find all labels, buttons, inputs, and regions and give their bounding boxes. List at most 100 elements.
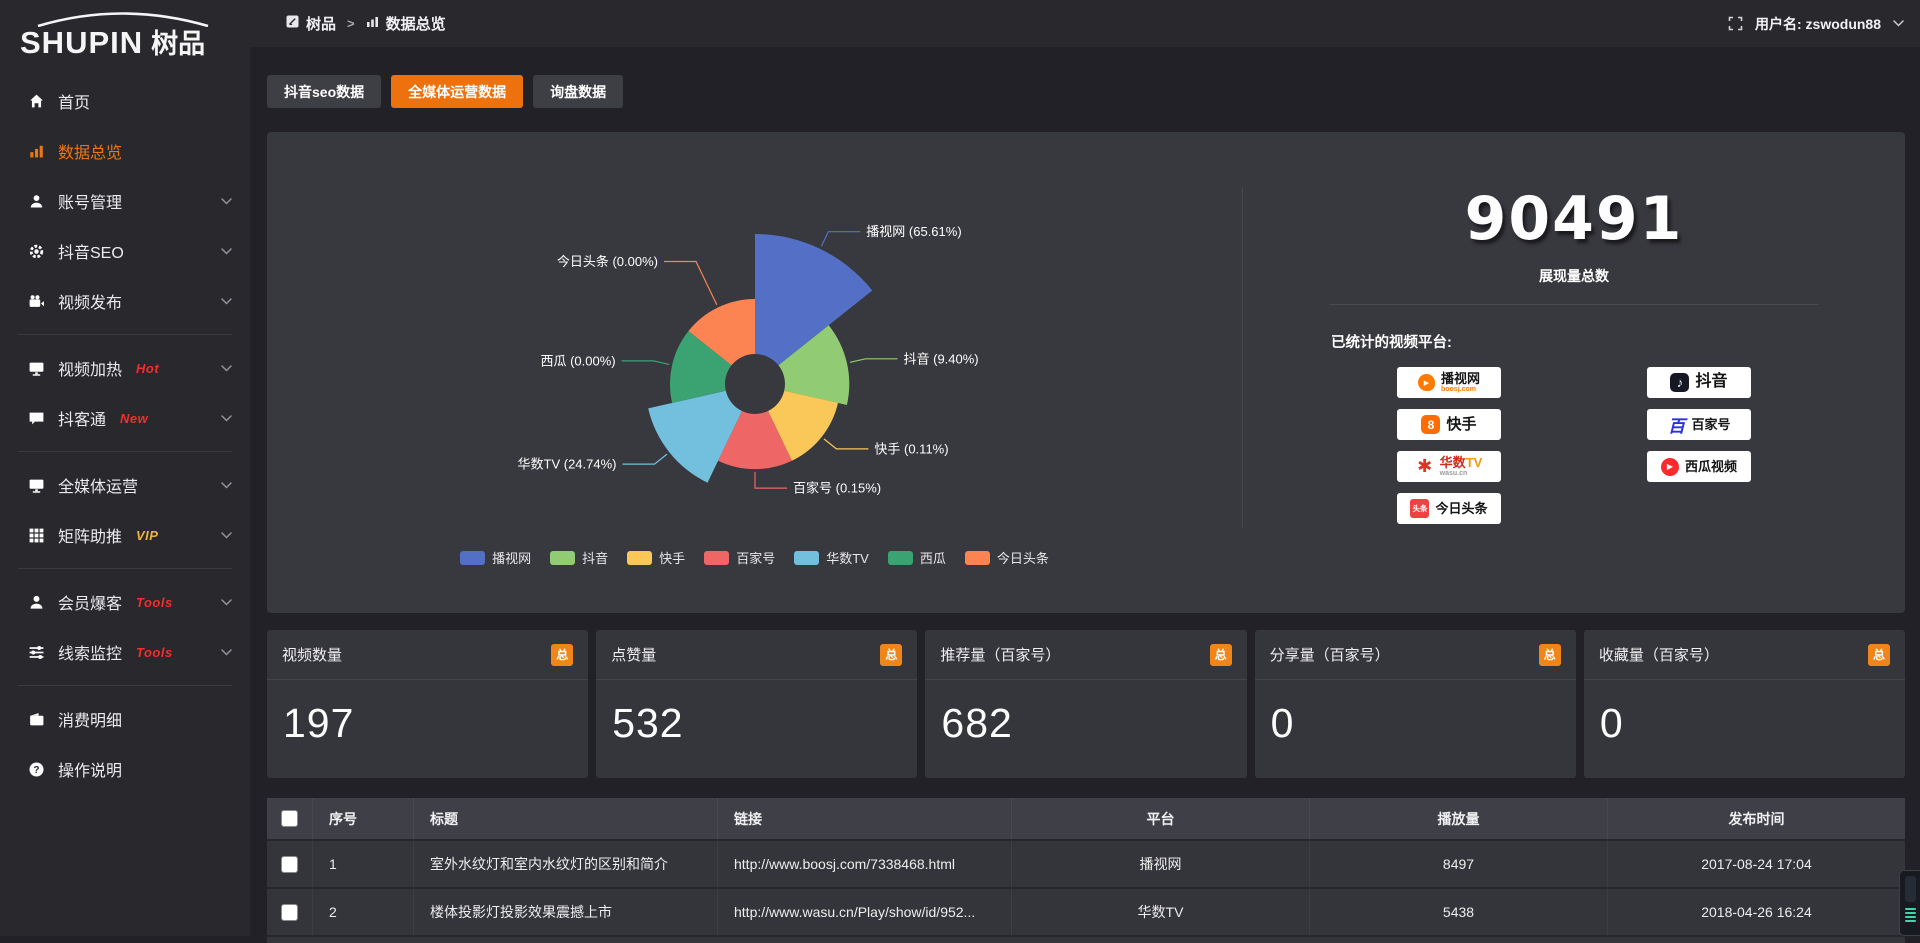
platform-badge-text: 抖音 [1695, 374, 1727, 391]
sidebar-item-video-publish[interactable]: 视频发布 [0, 276, 250, 326]
legend-item-0[interactable]: 播视网 [460, 548, 531, 567]
total-badge: 总 [1868, 644, 1890, 666]
cell-platform: 播视网 [1012, 841, 1310, 887]
total-badge: 总 [880, 644, 902, 666]
table-header-checkbox-cell [267, 798, 313, 839]
floating-side-widget[interactable] [1899, 870, 1920, 936]
legend-label: 今日头条 [997, 548, 1049, 567]
legend-item-6[interactable]: 今日头条 [965, 548, 1049, 567]
stat-card-header: 推荐量（百家号）总 [925, 630, 1246, 680]
platform-badge-baijiahao: 百百家号 [1647, 409, 1751, 440]
legend-item-5[interactable]: 西瓜 [888, 548, 946, 567]
cell-link[interactable]: http://www.wasu.cn/Play/show/id/952... [718, 889, 1012, 935]
sidebar-item-tag: Hot [136, 361, 159, 376]
sidebar-item-help[interactable]: ?操作说明 [0, 744, 250, 794]
stat-card-header: 收藏量（百家号） 总 [1584, 630, 1905, 680]
legend-item-3[interactable]: 百家号 [704, 548, 775, 567]
sidebar-item-label: 操作说明 [58, 757, 122, 781]
sidebar-divider [18, 334, 232, 335]
floating-widget-bar [1905, 920, 1916, 922]
total-badge: 总 [551, 644, 573, 666]
tab-media-ops-data[interactable]: 全媒体运营数据 [391, 75, 523, 108]
sidebar-item-account-manage[interactable]: 账号管理 [0, 176, 250, 226]
tab-inquiry-data[interactable]: 询盘数据 [533, 75, 623, 108]
sidebar-item-data-overview[interactable]: 数据总览 [0, 126, 250, 176]
legend-item-2[interactable]: 快手 [627, 548, 685, 567]
sidebar-item-tag: Tools [136, 645, 173, 660]
sidebar-item-clue-monitor[interactable]: 线索监控 Tools [0, 627, 250, 677]
legend-item-1[interactable]: 抖音 [550, 548, 608, 567]
sidebar-item-label: 视频加热 [58, 356, 122, 380]
legend-swatch [888, 551, 913, 565]
sidebar-item-label: 线索监控 [58, 640, 122, 664]
stat-card-2: 推荐量（百家号）总682 [925, 630, 1246, 778]
sidebar-item-tag: Tools [136, 595, 173, 610]
platform-badge-toutiao: 头条今日头条 [1397, 493, 1501, 524]
pie-label-2: 快手 (0.11%) [874, 441, 948, 456]
legend-item-4[interactable]: 华数TV [794, 548, 869, 567]
platform-name: 百家号 [1691, 418, 1730, 432]
platform-badge-text: 快手 [1446, 417, 1476, 433]
wasu-logo: ✱ [1416, 458, 1434, 476]
summary-section: 90491 展现量总数 已统计的视频平台: ▶播视网boosj.com8快手✱华… [1243, 132, 1905, 613]
sidebar-item-label: 会员爆客 [58, 590, 122, 614]
pie-label-4: 华数TV (24.74%) [518, 457, 617, 472]
fullscreen-icon[interactable] [1728, 16, 1743, 31]
sidebar-item-matrix-boost[interactable]: 矩阵助推VIP [0, 510, 250, 560]
legend-swatch [550, 551, 575, 565]
platform-badge-text: 播视网boosj.com [1441, 372, 1480, 393]
platform-badge-text: 百家号 [1691, 418, 1730, 432]
cell-plays: 8497 [1310, 841, 1608, 887]
legend-swatch [627, 551, 652, 565]
table-column-header: 发布时间 [1608, 798, 1905, 839]
total-impressions-value: 90491 [1243, 184, 1905, 254]
pie-svg: 播视网 (65.61%)抖音 (9.40%)快手 (0.11%)百家号 (0.1… [267, 132, 1242, 613]
sidebar-item-member-burst[interactable]: 会员爆客 Tools [0, 577, 250, 627]
platform-badge-douyin: ♪ 抖音 [1647, 367, 1751, 398]
sidebar: SHUPIN 树品 首页数据总览账号管理抖音SEO视频发布视频加热Hot抖客通N… [0, 0, 250, 936]
table-row: 2楼体投影灯投影效果震撼上市http://www.wasu.cn/Play/sh… [267, 887, 1905, 935]
platform-badge-xigua: ▶西瓜视频 [1647, 451, 1751, 482]
stat-card-value: 0 [1255, 680, 1576, 747]
cell-title[interactable]: 楼体投影灯投影效果震撼上市 [414, 889, 718, 935]
sidebar-item-douketong[interactable]: 抖客通New [0, 393, 250, 443]
platform-sub: boosj.com [1441, 386, 1480, 393]
platform-name: 播视网 [1441, 372, 1480, 386]
breadcrumb-home[interactable]: 树品 [286, 13, 336, 34]
summary-divider [1329, 304, 1819, 305]
chart-legend: 播视网抖音 快手百家号华数TV 西瓜 今日头条 [267, 548, 1242, 567]
wallet-icon [28, 711, 45, 728]
total-badge: 总 [1210, 644, 1232, 666]
sidebar-item-douyin-seo[interactable]: 抖音SEO [0, 226, 250, 276]
floating-widget-bar [1905, 916, 1916, 918]
tab-douyin-seo-data[interactable]: 抖音seo数据 [267, 75, 381, 108]
douyin-logo: ♪ [1670, 373, 1689, 392]
pie-slice-4[interactable] [648, 391, 742, 483]
row-checkbox[interactable] [281, 904, 298, 921]
row-checkbox[interactable] [281, 856, 298, 873]
stat-card-title: 视频数量 [282, 644, 342, 665]
sidebar-item-consume-detail[interactable]: 消费明细 [0, 694, 250, 744]
total-badge: 总 [1539, 644, 1561, 666]
platform-name: 华数TV [1440, 456, 1483, 470]
sidebar-item-home[interactable]: 首页 [0, 76, 250, 126]
sidebar-item-video-heat[interactable]: 视频加热 Hot [0, 343, 250, 393]
cell-title[interactable]: 室外水纹灯和室内水纹灯的区别和简介 [414, 841, 718, 887]
videos-table: 序号标题链接平台播放量发布时间1室外水纹灯和室内水纹灯的区别和简介http://… [267, 798, 1905, 943]
username[interactable]: 用户名: zswodun88 [1755, 14, 1881, 34]
baijiahao-logo: 百 [1667, 412, 1685, 437]
breadcrumb-current[interactable]: 数据总览 [366, 13, 446, 34]
table-header: 序号标题链接平台播放量发布时间 [267, 798, 1905, 839]
sidebar-item-label: 抖音SEO [58, 239, 124, 263]
floating-widget-handle [1905, 876, 1916, 902]
cell-link[interactable]: http://www.boosj.com/7338468.html [718, 841, 1012, 887]
pie-label-1: 抖音 (9.40%) [904, 351, 979, 366]
legend-label: 快手 [659, 548, 685, 567]
sidebar-item-media-ops[interactable]: 全媒体运营 [0, 460, 250, 510]
kuaishou-logo: 8 [1421, 415, 1440, 434]
select-all-checkbox[interactable] [281, 810, 298, 827]
stat-card-header: 视频数量 总 [267, 630, 588, 680]
stat-card-0: 视频数量总197 [267, 630, 588, 778]
chevron-down-icon [221, 649, 232, 656]
stat-card-title: 收藏量（百家号） [1599, 644, 1719, 665]
